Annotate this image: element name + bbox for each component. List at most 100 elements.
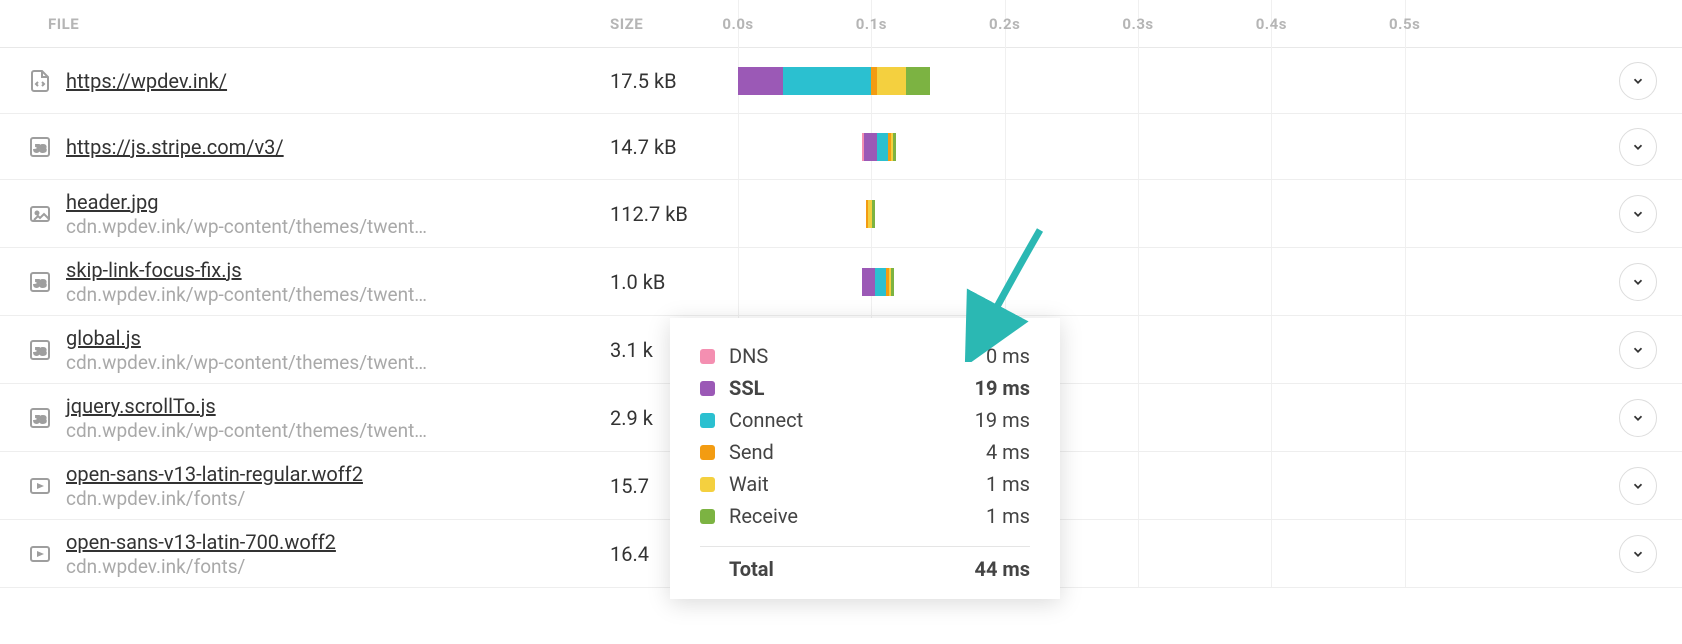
tooltip-row-receive: Receive1 ms [700, 500, 1030, 532]
font-file-icon [28, 542, 52, 566]
tooltip-label: Wait [729, 472, 986, 496]
size-cell: 17.5 kB [610, 69, 738, 93]
file-subpath: cdn.wpdev.ink/wp-content/themes/twent… [66, 419, 427, 443]
tooltip-value: 0 ms [986, 344, 1030, 368]
tooltip-value: 1 ms [986, 504, 1030, 528]
table-row: header.jpgcdn.wpdev.ink/wp-content/theme… [0, 180, 1682, 248]
waterfall-cell[interactable] [738, 132, 1594, 162]
tooltip-total-row: Total44 ms [700, 557, 1030, 581]
table-row: JS skip-link-focus-fix.jscdn.wpdev.ink/wp… [0, 248, 1682, 316]
col-header-size[interactable]: SIZE [610, 15, 738, 33]
waterfall-table: FILE SIZE 0.0s0.1s0.2s0.3s0.4s0.5s https… [0, 0, 1682, 588]
file-subpath: cdn.wpdev.ink/fonts/ [66, 555, 336, 579]
tick-label: 0.4s [1256, 15, 1287, 33]
image-file-icon [28, 202, 52, 226]
segment-connect [875, 268, 886, 296]
svg-text:JS: JS [34, 279, 47, 290]
table-row: JShttps://js.stripe.com/v3/14.7 kB [0, 114, 1682, 180]
file-link[interactable]: jquery.scrollTo.js [66, 393, 427, 419]
js-file-icon: JS [28, 135, 52, 159]
chevron-down-icon [1631, 140, 1645, 154]
file-link[interactable]: header.jpg [66, 189, 427, 215]
tooltip-label: SSL [729, 376, 974, 400]
chevron-down-icon [1631, 411, 1645, 425]
swatch-wait [700, 477, 715, 492]
file-link[interactable]: skip-link-focus-fix.js [66, 257, 427, 283]
timing-tooltip: DNS0 msSSL19 msConnect19 msSend4 msWait1… [670, 318, 1060, 599]
tick-label: 0.2s [989, 15, 1020, 33]
tooltip-separator [700, 546, 1030, 547]
table-row: https://wpdev.ink/17.5 kB [0, 48, 1682, 114]
file-subpath: cdn.wpdev.ink/wp-content/themes/twent… [66, 283, 427, 307]
file-subpath: cdn.wpdev.ink/fonts/ [66, 487, 363, 511]
segment-wait [877, 67, 906, 95]
tooltip-value: 1 ms [986, 472, 1030, 496]
js-file-icon: JS [28, 270, 52, 294]
size-cell: 1.0 kB [610, 270, 738, 294]
expand-button[interactable] [1619, 263, 1657, 301]
chevron-down-icon [1631, 547, 1645, 561]
size-cell: 112.7 kB [610, 202, 738, 226]
segment-connect [783, 67, 871, 95]
expand-button[interactable] [1619, 467, 1657, 505]
file-link[interactable]: global.js [66, 325, 427, 351]
tick-label: 0.5s [1389, 15, 1420, 33]
segment-receive [906, 67, 930, 95]
expand-button[interactable] [1619, 331, 1657, 369]
svg-text:JS: JS [34, 347, 47, 358]
swatch-connect [700, 413, 715, 428]
swatch-receive [700, 509, 715, 524]
chevron-down-icon [1631, 74, 1645, 88]
col-header-timeline: 0.0s0.1s0.2s0.3s0.4s0.5s [738, 0, 1594, 47]
file-link[interactable]: open-sans-v13-latin-700.woff2 [66, 529, 336, 555]
tooltip-label: Receive [729, 504, 986, 528]
tooltip-total-label: Total [729, 557, 974, 581]
chevron-down-icon [1631, 343, 1645, 357]
segment-receive [891, 268, 894, 296]
svg-text:JS: JS [34, 144, 47, 155]
segment-connect [877, 133, 888, 161]
tick-label: 0.3s [1122, 15, 1153, 33]
chevron-down-icon [1631, 207, 1645, 221]
js-file-icon: JS [28, 338, 52, 362]
col-header-file[interactable]: FILE [0, 15, 610, 33]
tooltip-value: 4 ms [986, 440, 1030, 464]
segment-receive [872, 200, 875, 228]
chevron-down-icon [1631, 275, 1645, 289]
chevron-down-icon [1631, 479, 1645, 493]
waterfall-cell[interactable] [738, 199, 1594, 229]
file-link[interactable]: https://js.stripe.com/v3/ [66, 134, 284, 160]
expand-button[interactable] [1619, 62, 1657, 100]
font-file-icon [28, 474, 52, 498]
table-header: FILE SIZE 0.0s0.1s0.2s0.3s0.4s0.5s [0, 0, 1682, 48]
swatch-ssl [700, 381, 715, 396]
file-subpath: cdn.wpdev.ink/wp-content/themes/twent… [66, 215, 427, 239]
svg-text:JS: JS [34, 415, 47, 426]
tooltip-row-connect: Connect19 ms [700, 404, 1030, 436]
file-link[interactable]: open-sans-v13-latin-regular.woff2 [66, 461, 363, 487]
expand-button[interactable] [1619, 195, 1657, 233]
expand-button[interactable] [1619, 399, 1657, 437]
tooltip-value: 19 ms [974, 376, 1030, 400]
waterfall-cell[interactable] [738, 267, 1594, 297]
swatch-dns [700, 349, 715, 364]
tooltip-row-wait: Wait1 ms [700, 468, 1030, 500]
tooltip-value: 19 ms [975, 408, 1030, 432]
segment-ssl [862, 268, 875, 296]
tooltip-total-value: 44 ms [974, 557, 1030, 581]
tooltip-label: Connect [729, 408, 975, 432]
tick-label: 0.0s [722, 15, 753, 33]
segment-ssl [864, 133, 877, 161]
expand-button[interactable] [1619, 128, 1657, 166]
expand-button[interactable] [1619, 535, 1657, 573]
waterfall-cell[interactable] [738, 66, 1594, 96]
file-link[interactable]: https://wpdev.ink/ [66, 68, 227, 94]
tooltip-label: Send [729, 440, 986, 464]
segment-ssl [738, 67, 783, 95]
file-subpath: cdn.wpdev.ink/wp-content/themes/twent… [66, 351, 427, 375]
tooltip-row-send: Send4 ms [700, 436, 1030, 468]
swatch-send [700, 445, 715, 460]
segment-receive [893, 133, 896, 161]
code-file-icon [28, 69, 52, 93]
js-file-icon: JS [28, 406, 52, 430]
